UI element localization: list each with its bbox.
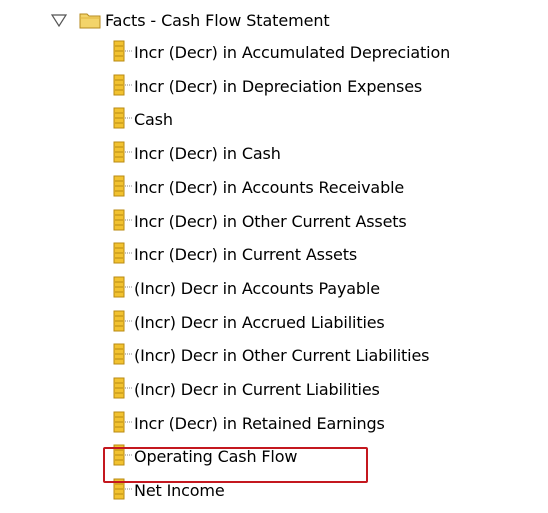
measure-column-icon [113, 411, 133, 435]
measure-column-icon [113, 343, 133, 367]
tree-item-label: (Incr) Decr in Accounts Payable [134, 278, 380, 298]
tree-item-column[interactable]: (Incr) Decr in Accounts Payable [113, 274, 380, 302]
tree-item-label: Operating Cash Flow [134, 446, 298, 466]
tree-item-column[interactable]: Incr (Decr) in Other Current Assets [113, 207, 407, 235]
tree-folder-facts-cash-flow[interactable]: Facts - Cash Flow Statement [50, 7, 330, 33]
measure-column-icon [113, 40, 133, 64]
folder-label: Facts - Cash Flow Statement [105, 10, 330, 30]
tree-item-label: Incr (Decr) in Other Current Assets [134, 211, 407, 231]
tree-item-label: Incr (Decr) in Depreciation Expenses [134, 76, 423, 96]
subject-area-tree: Facts - Cash Flow Statement Incr (Decr) … [0, 0, 548, 513]
measure-column-icon [113, 444, 133, 468]
expand-triangle-icon[interactable] [50, 11, 68, 29]
measure-column-icon [113, 141, 133, 165]
tree-item-column[interactable]: Incr (Decr) in Cash [113, 139, 281, 167]
measure-column-icon [113, 209, 133, 233]
tree-item-column[interactable]: Incr (Decr) in Retained Earnings [113, 409, 385, 437]
tree-item-label: Incr (Decr) in Current Assets [134, 244, 358, 264]
tree-item-label: Net Income [134, 480, 225, 500]
folder-icon [79, 13, 101, 29]
measure-column-icon [113, 310, 133, 334]
tree-item-column[interactable]: Incr (Decr) in Accounts Receivable [113, 173, 404, 201]
tree-item-label: (Incr) Decr in Current Liabilities [134, 379, 380, 399]
measure-column-icon [113, 242, 133, 266]
measure-column-icon [113, 74, 133, 98]
tree-item-column[interactable]: Operating Cash Flow [113, 442, 297, 470]
tree-item-column[interactable]: (Incr) Decr in Current Liabilities [113, 375, 380, 403]
measure-column-icon [113, 276, 133, 300]
tree-item-label: Incr (Decr) in Cash [134, 143, 281, 163]
tree-item-label: (Incr) Decr in Other Current Liabilities [134, 345, 430, 365]
measure-column-icon [113, 175, 133, 199]
tree-item-label: Incr (Decr) in Accounts Receivable [134, 177, 405, 197]
measure-column-icon [113, 478, 133, 502]
tree-item-column[interactable]: (Incr) Decr in Other Current Liabilities [113, 341, 430, 369]
tree-item-column[interactable]: Incr (Decr) in Depreciation Expenses [113, 72, 422, 100]
tree-item-label: Incr (Decr) in Retained Earnings [134, 413, 385, 433]
tree-item-column[interactable]: Incr (Decr) in Accumulated Depreciation [113, 38, 450, 66]
measure-column-icon [113, 107, 133, 131]
tree-item-label: Incr (Decr) in Accumulated Depreciation [134, 42, 451, 62]
measure-column-icon [113, 377, 133, 401]
tree-item-column[interactable]: (Incr) Decr in Accrued Liabilities [113, 308, 385, 336]
tree-item-column[interactable]: Cash [113, 105, 173, 133]
tree-item-column[interactable]: Incr (Decr) in Current Assets [113, 240, 357, 268]
tree-item-label: (Incr) Decr in Accrued Liabilities [134, 312, 385, 332]
tree-item-column[interactable]: Net Income [113, 476, 225, 504]
tree-item-label: Cash [134, 109, 173, 129]
